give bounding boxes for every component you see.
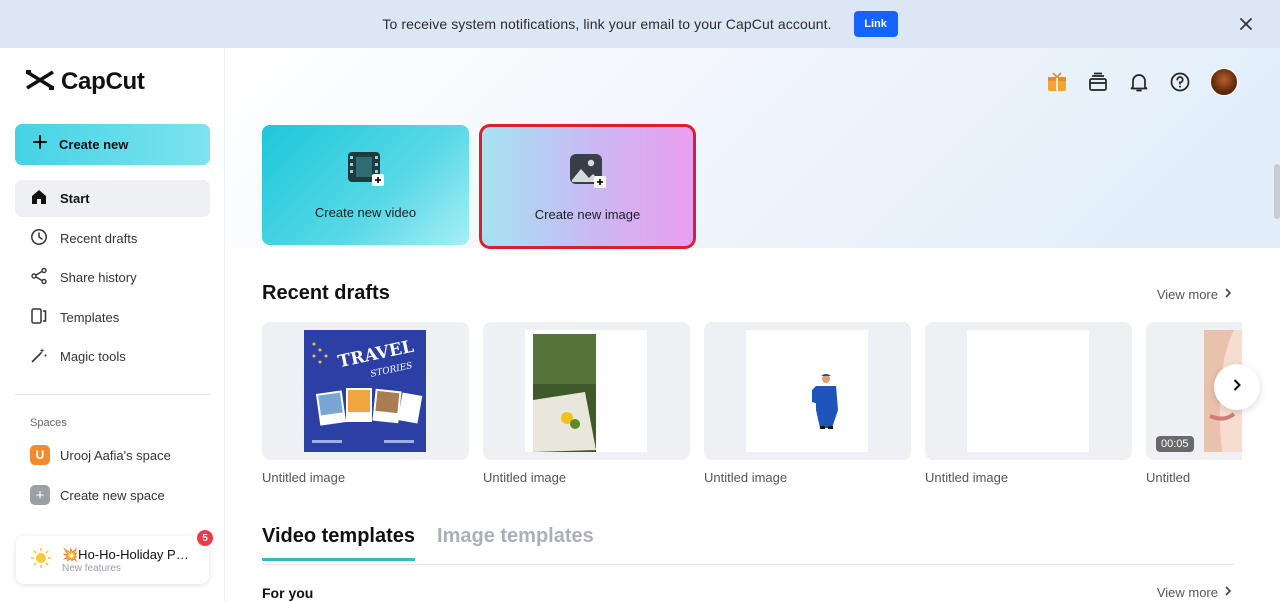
- recent-drafts-title: Recent drafts: [262, 282, 390, 304]
- create-new-button[interactable]: Create new: [15, 124, 210, 165]
- header-icons: [1046, 68, 1238, 96]
- sidebar-item-magic-tools[interactable]: Magic tools: [15, 338, 210, 375]
- worker-photo-image: [746, 330, 868, 452]
- draft-card[interactable]: TRAVEL STORIES Untitled image: [262, 322, 469, 485]
- notification-banner: To receive system notifications, link yo…: [0, 0, 1280, 48]
- sidebar-item-share-history[interactable]: Share history: [15, 259, 210, 296]
- capcut-logo-icon: [25, 69, 55, 96]
- draft-card[interactable]: Untitled image: [483, 322, 690, 485]
- for-you-heading: For you: [262, 585, 314, 601]
- grass-photo-image: [525, 330, 647, 452]
- sidebar-item-label: Start: [60, 191, 90, 206]
- banner-text: To receive system notifications, link yo…: [382, 16, 832, 32]
- sun-icon: [30, 547, 52, 574]
- create-new-video-label: Create new video: [314, 205, 417, 220]
- view-more-label: View more: [1156, 287, 1218, 302]
- sidebar-item-label: Templates: [60, 309, 120, 325]
- magic-wand-icon: [30, 346, 48, 367]
- blank-image: [967, 330, 1089, 452]
- draft-name: Untitled image: [925, 470, 1009, 485]
- bell-icon[interactable]: [1128, 71, 1150, 93]
- video-add-icon: [346, 150, 386, 193]
- tabs-divider: [262, 564, 1234, 565]
- space-badge: U: [30, 445, 50, 465]
- draft-name: Untitled: [1146, 470, 1191, 485]
- capcut-logo[interactable]: CapCut: [25, 68, 145, 96]
- draft-card[interactable]: Untitled image: [704, 322, 911, 485]
- templates-icon: [30, 307, 48, 328]
- plus-icon: +: [30, 485, 50, 505]
- draft-thumbnail: [925, 322, 1132, 460]
- spaces-label: Spaces: [30, 417, 67, 429]
- clock-icon: [30, 228, 48, 249]
- space-name: Urooj Aafia's space: [60, 447, 171, 463]
- tab-image-templates[interactable]: Image templates: [437, 525, 594, 561]
- carousel-next-button[interactable]: [1214, 364, 1260, 410]
- home-icon: [30, 188, 48, 209]
- share-icon: [30, 267, 48, 288]
- space-item-urooj[interactable]: U Urooj Aafia's space: [15, 438, 210, 472]
- sidebar-item-templates[interactable]: Templates: [15, 299, 210, 336]
- sidebar: CapCut Create new Start Recent drafts Sh…: [0, 48, 225, 602]
- draft-thumbnail: TRAVEL STORIES: [262, 322, 469, 460]
- draft-name: Untitled image: [704, 470, 788, 485]
- draft-thumbnail: [483, 322, 690, 460]
- create-space-label: Create new space: [60, 487, 165, 503]
- tab-video-templates[interactable]: Video templates: [262, 525, 416, 561]
- sidebar-item-label: Share history: [60, 270, 137, 285]
- sidebar-item-recent-drafts[interactable]: Recent drafts: [15, 220, 210, 257]
- gift-icon[interactable]: [1046, 71, 1068, 93]
- link-email-button[interactable]: Link: [853, 11, 898, 37]
- plus-icon: [33, 135, 47, 154]
- image-add-icon: [568, 152, 608, 195]
- notification-count-badge: 5: [197, 530, 213, 546]
- create-new-image-label: Create new image: [534, 206, 641, 222]
- chevron-right-icon: [1224, 287, 1232, 302]
- for-you-view-more[interactable]: View more: [1157, 585, 1232, 600]
- archive-icon[interactable]: [1087, 71, 1109, 93]
- create-new-image-card[interactable]: Create new image: [479, 124, 696, 249]
- sidebar-divider: [15, 394, 210, 395]
- feature-title: 💥Ho-Ho-Holiday Party: [62, 546, 194, 562]
- avatar[interactable]: [1210, 68, 1238, 96]
- draft-name: Untitled image: [483, 470, 567, 485]
- create-new-space-button[interactable]: + Create new space: [15, 478, 210, 512]
- feature-subtitle: New features: [62, 562, 121, 574]
- sidebar-item-label: Magic tools: [60, 349, 126, 364]
- duration-badge: 00:05: [1156, 436, 1194, 452]
- create-new-video-card[interactable]: Create new video: [262, 125, 469, 245]
- sidebar-nav: Start Recent drafts Share history Templa…: [15, 180, 210, 378]
- template-tabs: Video templates Image templates: [262, 525, 594, 561]
- logo-text: CapCut: [61, 68, 145, 95]
- sidebar-item-label: Recent drafts: [60, 230, 138, 246]
- feature-card[interactable]: 💥Ho-Ho-Holiday Party New features 5: [16, 530, 213, 584]
- recent-drafts-list: TRAVEL STORIES Untitled image Untitled i…: [262, 322, 1242, 492]
- sidebar-item-start[interactable]: Start: [15, 180, 210, 217]
- draft-name: Untitled image: [262, 470, 346, 485]
- help-icon[interactable]: [1169, 71, 1191, 93]
- draft-thumbnail: [704, 322, 911, 460]
- view-more-label: View more: [1156, 585, 1218, 600]
- draft-card[interactable]: Untitled image: [925, 322, 1132, 485]
- chevron-right-icon: [1232, 378, 1242, 397]
- close-icon[interactable]: [1236, 14, 1256, 34]
- create-new-label: Create new: [59, 137, 129, 152]
- chevron-right-icon: [1224, 585, 1232, 600]
- travel-poster-image: TRAVEL STORIES: [304, 330, 426, 452]
- main-content: Create new video Create new image Recent…: [225, 48, 1280, 602]
- scrollbar[interactable]: [1274, 164, 1280, 219]
- recent-drafts-view-more[interactable]: View more: [1157, 287, 1232, 302]
